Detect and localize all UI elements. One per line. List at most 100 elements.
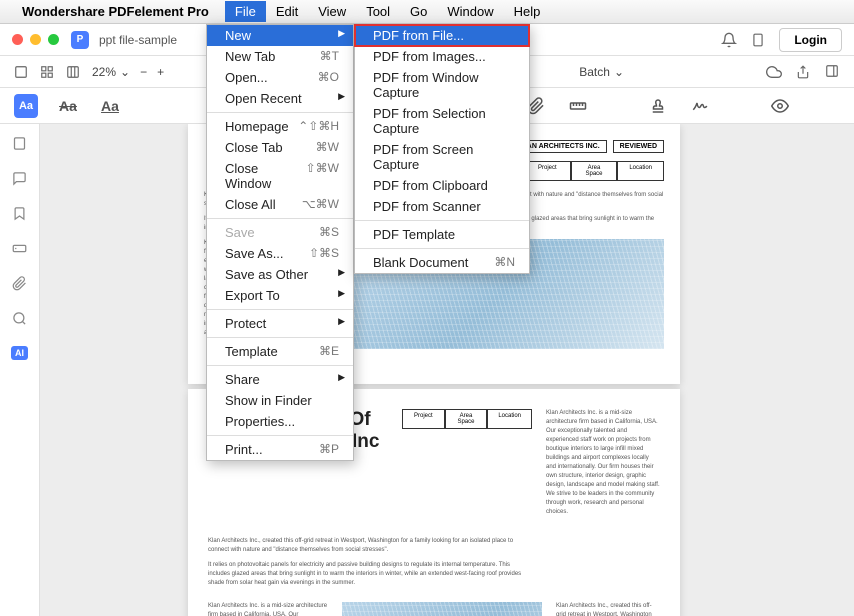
menu-item-share[interactable]: Share▶ xyxy=(207,369,353,390)
menu-item-label: Save as Other xyxy=(225,267,308,282)
menu-go[interactable]: Go xyxy=(400,1,437,22)
menu-help[interactable]: Help xyxy=(504,1,551,22)
doc-meta-area-2: Area Space xyxy=(445,409,488,429)
left-sidebar: AI xyxy=(0,124,40,616)
menu-item-label: New Tab xyxy=(225,49,275,64)
stamp-tool-icon[interactable] xyxy=(646,94,670,118)
search-icon[interactable] xyxy=(12,311,27,326)
menu-item-pdf-template[interactable]: PDF Template xyxy=(355,224,529,245)
panel-toggle-icon[interactable] xyxy=(824,64,840,80)
menu-item-pdf-from-file[interactable]: PDF from File... xyxy=(355,25,529,46)
close-window-icon[interactable] xyxy=(12,34,23,45)
menu-shortcut: ⌘S xyxy=(319,225,339,240)
menu-shortcut: ⌘T xyxy=(320,49,339,64)
menu-item-pdf-from-selection-capture[interactable]: PDF from Selection Capture xyxy=(355,103,529,139)
chevron-down-icon: ⌄ xyxy=(120,65,130,79)
menu-item-template[interactable]: Template⌘E xyxy=(207,341,353,362)
menu-window[interactable]: Window xyxy=(437,1,503,22)
cloud-icon[interactable] xyxy=(766,64,782,80)
view-grid-icon[interactable] xyxy=(40,65,54,79)
doc-p2-para1: Klan Architects Inc., created this off-g… xyxy=(208,537,528,555)
menu-separator xyxy=(207,435,353,436)
mobile-icon[interactable] xyxy=(751,32,765,48)
maximize-window-icon[interactable] xyxy=(48,34,59,45)
doc-building-image-2 xyxy=(342,602,542,616)
menu-item-protect[interactable]: Protect▶ xyxy=(207,313,353,334)
eye-tool-icon[interactable] xyxy=(768,94,792,118)
menu-item-print[interactable]: Print...⌘P xyxy=(207,439,353,460)
menu-item-new-tab[interactable]: New Tab ⌘T xyxy=(207,46,353,67)
doc-reviewed-stamp: REVIEWED xyxy=(613,140,664,153)
menu-file[interactable]: File xyxy=(225,1,266,22)
ai-button[interactable]: AI xyxy=(11,346,28,360)
menu-item-pdf-from-images[interactable]: PDF from Images... xyxy=(355,46,529,67)
menu-item-label: Save As... xyxy=(225,246,284,261)
menu-item-label: New xyxy=(225,28,251,43)
menubar-app-name[interactable]: Wondershare PDFelement Pro xyxy=(22,4,209,19)
view-single-icon[interactable] xyxy=(14,65,28,79)
doc-meta-location-2: Location xyxy=(487,409,532,429)
thumbnails-icon[interactable] xyxy=(12,136,27,151)
menu-item-homepage[interactable]: Homepage⌃⇧⌘H xyxy=(207,116,353,137)
menu-item-label: Open Recent xyxy=(225,91,302,106)
submenu-arrow-icon: ▶ xyxy=(338,372,345,383)
zoom-in-icon[interactable]: + xyxy=(157,65,164,79)
menu-item-export-to[interactable]: Export To ▶ xyxy=(207,285,353,306)
menu-item-properties[interactable]: Properties... xyxy=(207,411,353,432)
menu-item-open[interactable]: Open...⌘O xyxy=(207,67,353,88)
menu-item-new[interactable]: New▶ xyxy=(207,25,353,46)
underline-tool[interactable]: Aa xyxy=(98,94,122,118)
doc-meta-area: Area Space xyxy=(571,161,618,181)
menu-item-pdf-from-screen-capture[interactable]: PDF from Screen Capture xyxy=(355,139,529,175)
bookmarks-icon[interactable] xyxy=(12,206,27,221)
menu-item-pdf-from-scanner[interactable]: PDF from Scanner xyxy=(355,196,529,217)
menu-item-label: PDF from Selection Capture xyxy=(373,106,515,136)
document-tab-title[interactable]: ppt file-sample xyxy=(99,33,177,47)
zoom-out-icon[interactable]: − xyxy=(140,65,147,79)
menu-separator xyxy=(207,309,353,310)
share-icon[interactable] xyxy=(796,64,810,80)
menu-view[interactable]: View xyxy=(308,1,356,22)
menu-edit[interactable]: Edit xyxy=(266,1,308,22)
menu-item-pdf-from-clipboard[interactable]: PDF from Clipboard xyxy=(355,175,529,196)
ruler-tool-icon[interactable] xyxy=(566,94,590,118)
signature-tool-icon[interactable] xyxy=(688,94,712,118)
menu-item-close-tab[interactable]: Close Tab⌘W xyxy=(207,137,353,158)
menu-item-blank-document[interactable]: Blank Document⌘N xyxy=(355,252,529,273)
menu-item-close-all[interactable]: Close All⌥⌘W xyxy=(207,194,353,215)
strikethrough-tool[interactable]: Aa xyxy=(56,94,80,118)
login-button[interactable]: Login xyxy=(779,28,842,52)
menu-tool[interactable]: Tool xyxy=(356,1,400,22)
view-columns-icon[interactable] xyxy=(66,65,80,79)
minimize-window-icon[interactable] xyxy=(30,34,41,45)
menu-shortcut: ⇧⌘S xyxy=(309,246,339,261)
traffic-lights xyxy=(12,34,59,45)
menu-item-save: Save ⌘S xyxy=(207,222,353,243)
menu-item-close-window[interactable]: Close Window⇧⌘W xyxy=(207,158,353,194)
zoom-control[interactable]: 22% ⌄ − + xyxy=(92,65,164,79)
batch-dropdown[interactable]: Batch ⌄ xyxy=(579,65,624,79)
menu-item-label: Homepage xyxy=(225,119,289,134)
comments-icon[interactable] xyxy=(12,171,27,186)
menu-item-label: PDF from Images... xyxy=(373,49,486,64)
menu-item-label: PDF Template xyxy=(373,227,455,242)
submenu-arrow-icon: ▶ xyxy=(338,288,345,299)
menu-item-pdf-from-window-capture[interactable]: PDF from Window Capture xyxy=(355,67,529,103)
attachments-icon[interactable] xyxy=(12,276,27,291)
menu-item-label: Close All xyxy=(225,197,276,212)
menu-shortcut: ⌘P xyxy=(319,442,339,457)
menu-item-label: Save xyxy=(225,225,255,240)
menu-separator xyxy=(207,218,353,219)
menu-item-label: Blank Document xyxy=(373,255,468,270)
highlight-tool[interactable]: Aa xyxy=(14,94,38,118)
menu-item-label: PDF from Screen Capture xyxy=(373,142,515,172)
submenu-arrow-icon: ▶ xyxy=(338,91,345,102)
menu-item-label: Export To xyxy=(225,288,280,303)
menu-item-save-as-other[interactable]: Save as Other▶ xyxy=(207,264,353,285)
menu-item-save-as[interactable]: Save As... ⇧⌘S xyxy=(207,243,353,264)
fields-icon[interactable] xyxy=(12,241,27,256)
menu-item-open-recent[interactable]: Open Recent ▶ xyxy=(207,88,353,109)
menu-shortcut: ⌘O xyxy=(318,70,339,85)
bell-icon[interactable] xyxy=(721,32,737,48)
menu-item-show-in-finder[interactable]: Show in Finder xyxy=(207,390,353,411)
